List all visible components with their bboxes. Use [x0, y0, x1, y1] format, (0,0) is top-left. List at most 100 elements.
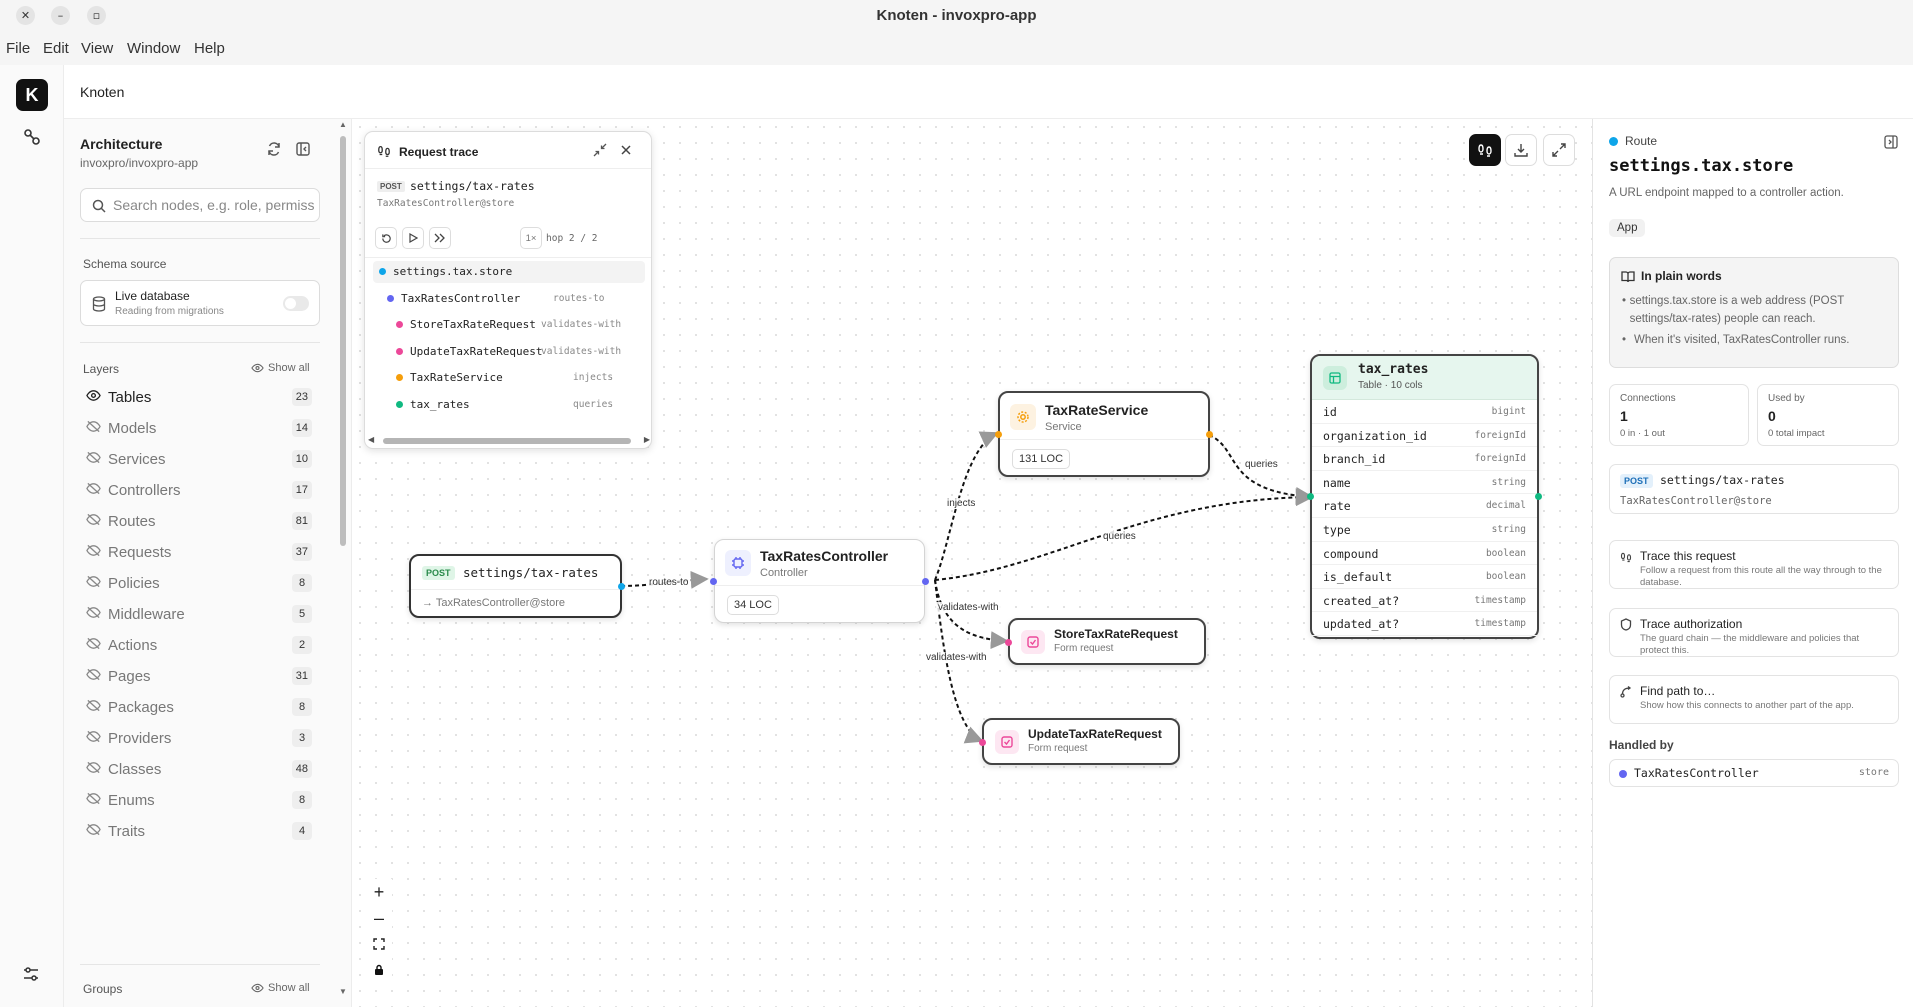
layer-item[interactable]: Packages 8: [80, 692, 320, 722]
restart-trace-button[interactable]: [375, 227, 397, 249]
sidebar-scroll-thumb[interactable]: [340, 136, 346, 546]
layer-item[interactable]: Models 14: [80, 413, 320, 443]
scroll-up-arrow-icon[interactable]: ▲: [339, 120, 347, 129]
close-trace-icon[interactable]: [619, 143, 633, 162]
handled-by-item[interactable]: TaxRatesController store: [1609, 759, 1899, 787]
service-in-port[interactable]: [995, 431, 1002, 438]
table-in-port[interactable]: [1307, 493, 1314, 500]
update-request-port[interactable]: [979, 739, 986, 746]
layer-count: 14: [291, 419, 312, 437]
collapse-trace-icon[interactable]: [593, 143, 607, 162]
lock-button[interactable]: [366, 957, 392, 983]
sidebar-scrollbar[interactable]: ▲ ▼: [339, 120, 347, 996]
menu-view[interactable]: View: [81, 40, 113, 57]
route-node[interactable]: POST settings/tax-rates → TaxRatesContro…: [409, 554, 625, 618]
scroll-left-arrow-icon[interactable]: ◀: [368, 435, 374, 444]
menu-file[interactable]: File: [6, 40, 30, 57]
eye-off-icon[interactable]: [86, 668, 101, 686]
eye-off-icon[interactable]: [86, 482, 101, 500]
menu-help[interactable]: Help: [194, 40, 225, 57]
layer-item[interactable]: Classes 48: [80, 754, 320, 784]
eye-off-icon[interactable]: [86, 823, 101, 841]
scroll-right-arrow-icon[interactable]: ▶: [644, 435, 650, 444]
collapse-panel-icon[interactable]: [1884, 135, 1898, 154]
layer-item[interactable]: Policies 8: [80, 568, 320, 598]
settings-sliders-icon[interactable]: [22, 965, 40, 988]
layers-show-all-button[interactable]: Show all: [251, 362, 310, 374]
live-database-toggle[interactable]: [283, 296, 309, 311]
store-request-port[interactable]: [1005, 639, 1012, 646]
scroll-down-arrow-icon[interactable]: ▼: [339, 987, 347, 996]
trace-request-button[interactable]: Trace this request Follow a request from…: [1609, 540, 1899, 589]
eye-off-icon[interactable]: [86, 575, 101, 593]
service-loc: 131 LOC: [1012, 449, 1071, 469]
graph-icon[interactable]: [22, 127, 42, 152]
controller-out-port[interactable]: [922, 578, 929, 585]
layer-item[interactable]: Actions 2: [80, 630, 320, 660]
trace-mode-button[interactable]: [1469, 134, 1501, 166]
column-name: updated_at?: [1323, 617, 1400, 632]
find-path-button[interactable]: Find path to… Show how this connects to …: [1609, 675, 1899, 724]
layer-item[interactable]: Providers 3: [80, 723, 320, 753]
zoom-in-button[interactable]: +: [366, 879, 392, 905]
fit-view-button[interactable]: [366, 931, 392, 957]
column-name: branch_id: [1323, 452, 1386, 467]
layer-item[interactable]: Routes 81: [80, 506, 320, 536]
trace-step[interactable]: TaxRateService injects: [373, 367, 645, 389]
layer-item[interactable]: Middleware 5: [80, 599, 320, 629]
update-request-node[interactable]: UpdateTaxRateRequest Form request: [979, 718, 1180, 765]
menu-edit[interactable]: Edit: [43, 40, 69, 57]
trace-step[interactable]: StoreTaxRateRequest validates-with: [373, 314, 645, 336]
controller-dot: [1619, 770, 1627, 778]
store-request-node[interactable]: StoreTaxRateRequest Form request: [1005, 618, 1206, 665]
layer-item[interactable]: Controllers 17: [80, 475, 320, 505]
layer-item[interactable]: Services 10: [80, 444, 320, 474]
service-node[interactable]: TaxRateService Service 131 LOC: [995, 391, 1213, 477]
live-database-card[interactable]: Live database Reading from migrations: [80, 280, 320, 326]
eye-off-icon[interactable]: [86, 792, 101, 810]
download-button[interactable]: [1505, 134, 1537, 166]
layer-item[interactable]: Tables 23: [80, 382, 320, 412]
layer-name: Providers: [108, 729, 172, 747]
layer-name: Models: [108, 419, 157, 437]
eye-off-icon[interactable]: [86, 730, 101, 748]
eye-off-icon[interactable]: [86, 637, 101, 655]
play-trace-button[interactable]: [402, 227, 424, 249]
speed-button[interactable]: 1×: [520, 227, 542, 249]
eye-off-icon[interactable]: [86, 420, 101, 438]
skip-trace-button[interactable]: [429, 227, 451, 249]
collapse-sidebar-icon[interactable]: [292, 138, 314, 160]
layer-item[interactable]: Enums 8: [80, 785, 320, 815]
app-logo[interactable]: K: [16, 79, 48, 111]
eye-off-icon[interactable]: [86, 699, 101, 717]
trace-step[interactable]: TaxRatesController routes-to: [373, 288, 645, 310]
refresh-icon[interactable]: [263, 138, 285, 160]
groups-show-all-button[interactable]: Show all: [251, 982, 310, 994]
eye-off-icon[interactable]: [86, 606, 101, 624]
controller-node[interactable]: TaxRatesController Controller 34 LOC: [710, 539, 929, 623]
trace-step[interactable]: UpdateTaxRateRequest validates-with: [373, 341, 645, 363]
layer-item[interactable]: Requests 37: [80, 537, 320, 567]
table-node[interactable]: tax_rates Table · 10 cols id bigint organi…: [1307, 354, 1542, 639]
search-input[interactable]: Search nodes, e.g. role, permiss: [80, 188, 320, 222]
eye-icon[interactable]: [86, 389, 101, 407]
trace-step[interactable]: tax_rates queries: [373, 394, 645, 416]
menu-window[interactable]: Window: [127, 40, 180, 57]
eye-off-icon[interactable]: [86, 761, 101, 779]
trace-authorization-button[interactable]: Trace authorization The guard chain — th…: [1609, 608, 1899, 657]
eye-off-icon[interactable]: [86, 513, 101, 531]
layer-item[interactable]: Traits 4: [80, 816, 320, 846]
route-port[interactable]: [618, 583, 625, 590]
fullscreen-button[interactable]: [1543, 134, 1575, 166]
controller-in-port[interactable]: [710, 578, 717, 585]
zoom-out-button[interactable]: –: [366, 905, 392, 931]
service-out-port[interactable]: [1206, 431, 1213, 438]
step-dot: [379, 268, 386, 275]
trace-step[interactable]: settings.tax.store: [373, 261, 645, 283]
eye-off-icon[interactable]: [86, 544, 101, 562]
layer-item[interactable]: Pages 31: [80, 661, 320, 691]
trace-hscrollbar[interactable]: ◀ ▶: [368, 435, 650, 447]
table-out-port[interactable]: [1535, 493, 1542, 500]
eye-off-icon[interactable]: [86, 451, 101, 469]
trace-scroll-thumb[interactable]: [383, 438, 631, 444]
